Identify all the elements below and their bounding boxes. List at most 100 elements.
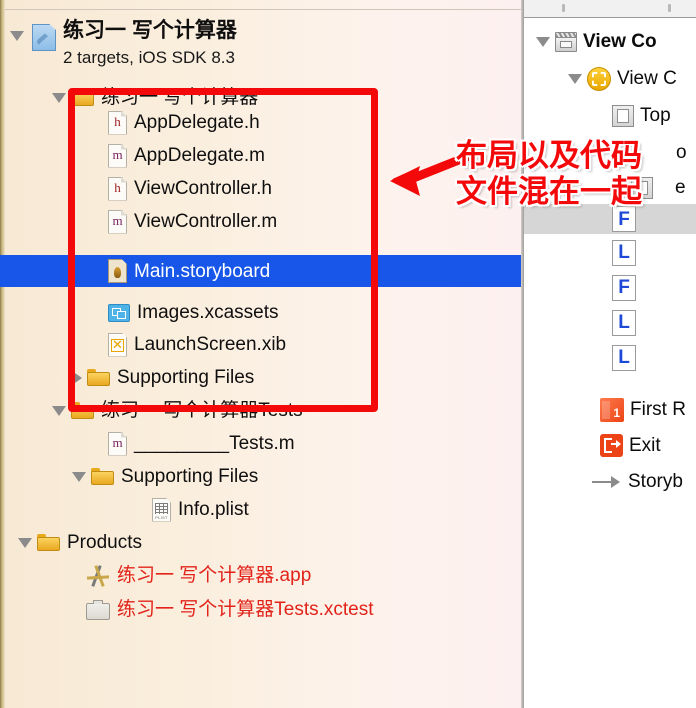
tree-row-launchscreen-xib[interactable]: ✕ LaunchScreen.xib <box>108 331 286 358</box>
tree-row-group-main[interactable]: 练习一 写个计算器 <box>52 84 258 111</box>
outline-row-storyboard-entry-point[interactable]: Storyb <box>592 468 683 495</box>
outline-row-exit[interactable]: Exit <box>600 432 661 459</box>
outline-row-label: Top <box>640 105 671 126</box>
tree-row-label: 练习一 写个计算器.app <box>117 565 312 586</box>
outline-row-constraint-5[interactable]: L <box>612 344 642 371</box>
tree-row-tests-m[interactable]: m _________Tests.m <box>108 430 295 457</box>
storyboard-icon <box>108 259 127 283</box>
tree-row-images-xcassets[interactable]: Images.xcassets <box>108 299 279 326</box>
outline-row-label: o <box>676 142 687 163</box>
annotation-arrow-icon <box>390 149 478 196</box>
tree-row-label: Main.storyboard <box>134 260 271 282</box>
tree-row-label: 练习一 写个计算器Tests.xctest <box>117 599 374 620</box>
xctest-product-icon <box>86 599 110 620</box>
folder-icon <box>37 534 60 551</box>
scene-icon <box>555 31 577 52</box>
outline-row-constraint-2[interactable]: L <box>612 239 642 266</box>
outline-row-label: Exit <box>629 435 661 456</box>
outline-row-constraint-3[interactable]: F <box>612 274 642 301</box>
outline-row-constraint-4[interactable]: L <box>612 309 642 336</box>
outline-row-scene[interactable]: View Co <box>536 28 657 55</box>
tree-row-label: _________Tests.m <box>134 433 295 454</box>
first-responder-icon: 1 <box>600 397 624 422</box>
chevron-down-icon[interactable] <box>612 182 626 193</box>
tree-row-label: Images.xcassets <box>137 302 279 323</box>
tree-row-main-storyboard[interactable]: Main.storyboard <box>0 255 524 287</box>
tree-row-label: ViewController.h <box>134 178 273 199</box>
folder-icon <box>71 402 94 419</box>
chevron-down-icon[interactable] <box>72 471 86 482</box>
storyboard-outline-view[interactable]: View Co View C Top o e F L F L L 1 First… <box>524 18 696 708</box>
outline-row-top-layout-guide[interactable]: Top <box>612 102 671 129</box>
outline-row-view-controller[interactable]: View C <box>568 65 677 92</box>
tree-row-label: Supporting Files <box>121 466 259 487</box>
outline-row-view[interactable]: e <box>612 174 686 201</box>
view-controller-icon <box>587 66 611 91</box>
app-product-icon <box>86 564 110 587</box>
tree-row-viewcontroller-m[interactable]: m ViewController.m <box>108 208 277 235</box>
tree-row-label: AppDelegate.m <box>134 145 265 166</box>
tree-row-appdelegate-m[interactable]: m AppDelegate.m <box>108 142 265 169</box>
constraint-glyph: L <box>618 312 630 333</box>
tree-row-label: AppDelegate.h <box>134 112 260 133</box>
view-icon <box>612 104 634 128</box>
tree-row-xctest-product[interactable]: 练习一 写个计算器Tests.xctest <box>86 596 374 623</box>
source-file-icon: m <box>108 431 127 456</box>
tree-row-app-product[interactable]: 练习一 写个计算器.app <box>86 562 311 589</box>
toolbar-tick-icon <box>562 4 565 12</box>
project-icon <box>32 24 56 51</box>
chevron-down-icon[interactable] <box>52 92 66 103</box>
tree-row-products[interactable]: Products <box>18 529 142 556</box>
xcode-window: 练习一 写个计算器 2 targets, iOS SDK 8.3 练习一 写个计… <box>0 0 696 708</box>
outline-row-bottom-layout-guide[interactable]: o <box>676 139 687 166</box>
tree-row-label: Info.plist <box>178 499 249 520</box>
header-file-icon: h <box>108 176 127 201</box>
toolbar-tick-icon <box>668 4 671 12</box>
pane-left-edge <box>0 0 5 708</box>
header-file-icon: h <box>108 110 127 135</box>
tree-row-label: LaunchScreen.xib <box>134 334 287 355</box>
outline-row-label: Storyb <box>628 471 683 492</box>
outline-row-label: View C <box>617 68 677 89</box>
project-navigator[interactable]: 练习一 写个计算器 2 targets, iOS SDK 8.3 练习一 写个计… <box>0 0 524 708</box>
plist-icon: PLIST <box>152 497 171 522</box>
folder-icon <box>91 468 114 485</box>
tree-row-info-plist[interactable]: PLIST Info.plist <box>152 496 249 523</box>
constraint-icon: L <box>612 344 636 371</box>
outline-row-constraint-1[interactable]: F <box>524 204 696 234</box>
tree-row-label: Products <box>67 532 142 553</box>
chevron-down-icon[interactable] <box>568 73 582 84</box>
folder-icon <box>71 89 94 106</box>
constraint-glyph: F <box>618 208 630 230</box>
outline-row-label: e <box>675 177 686 198</box>
project-name: 练习一 写个计算器 <box>63 19 237 42</box>
outline-row-label: First R <box>630 399 686 420</box>
exit-icon <box>600 434 623 457</box>
constraint-icon: L <box>612 239 636 266</box>
tree-row-supporting-files-tests[interactable]: Supporting Files <box>72 463 258 490</box>
constraint-icon: F <box>612 274 636 301</box>
source-file-icon: m <box>108 143 127 168</box>
tree-row-supporting-files-main[interactable]: Supporting Files <box>72 364 254 391</box>
chevron-right-icon[interactable] <box>72 370 82 385</box>
outline-row-label: View Co <box>583 31 657 52</box>
project-root-row[interactable]: 练习一 写个计算器 2 targets, iOS SDK 8.3 <box>10 14 237 67</box>
tree-row-label: Supporting Files <box>117 367 255 388</box>
tree-row-appdelegate-h[interactable]: h AppDelegate.h <box>108 109 260 136</box>
source-file-icon: m <box>108 209 127 234</box>
tree-row-group-tests[interactable]: 练习一 写个计算器Tests <box>52 397 303 424</box>
outline-row-first-responder[interactable]: 1 First R <box>600 396 686 423</box>
chevron-down-icon[interactable] <box>52 405 66 416</box>
chevron-down-icon[interactable] <box>18 537 32 548</box>
chevron-down-icon[interactable] <box>10 31 24 41</box>
folder-icon <box>87 369 110 386</box>
xcassets-icon <box>108 303 130 322</box>
constraint-icon: L <box>612 309 636 336</box>
constraint-icon: F <box>612 206 636 232</box>
chevron-down-icon[interactable] <box>536 36 550 47</box>
xib-icon: ✕ <box>108 332 127 357</box>
constraint-glyph: F <box>618 277 630 298</box>
tree-row-viewcontroller-h[interactable]: h ViewController.h <box>108 175 272 202</box>
toolbar-strip <box>524 0 696 18</box>
view-icon <box>631 176 653 200</box>
